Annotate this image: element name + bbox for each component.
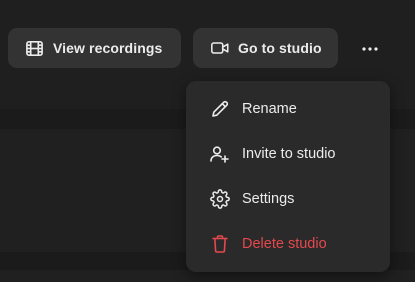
menu-item-label: Invite to studio xyxy=(242,146,336,162)
film-icon xyxy=(25,38,45,58)
menu-item-delete[interactable]: Delete studio xyxy=(186,225,390,263)
view-recordings-button[interactable]: View recordings xyxy=(8,28,181,68)
page: View recordings Go to studio Rename Invi… xyxy=(0,0,415,282)
pencil-icon xyxy=(209,99,230,120)
more-options-button[interactable] xyxy=(352,33,388,63)
more-horizontal-icon xyxy=(361,39,379,57)
menu-item-label: Settings xyxy=(242,191,295,207)
video-camera-icon xyxy=(210,38,230,58)
trash-icon xyxy=(209,234,230,255)
menu-item-rename[interactable]: Rename xyxy=(186,90,390,128)
go-to-studio-label: Go to studio xyxy=(238,40,322,56)
view-recordings-label: View recordings xyxy=(53,40,163,56)
gear-icon xyxy=(209,189,230,210)
user-plus-icon xyxy=(209,144,230,165)
menu-item-label: Rename xyxy=(242,101,297,117)
menu-item-invite[interactable]: Invite to studio xyxy=(186,135,390,173)
studio-options-menu: Rename Invite to studio Settings Delete … xyxy=(186,81,390,272)
go-to-studio-button[interactable]: Go to studio xyxy=(193,28,338,68)
menu-item-settings[interactable]: Settings xyxy=(186,180,390,218)
menu-item-label: Delete studio xyxy=(242,236,327,252)
